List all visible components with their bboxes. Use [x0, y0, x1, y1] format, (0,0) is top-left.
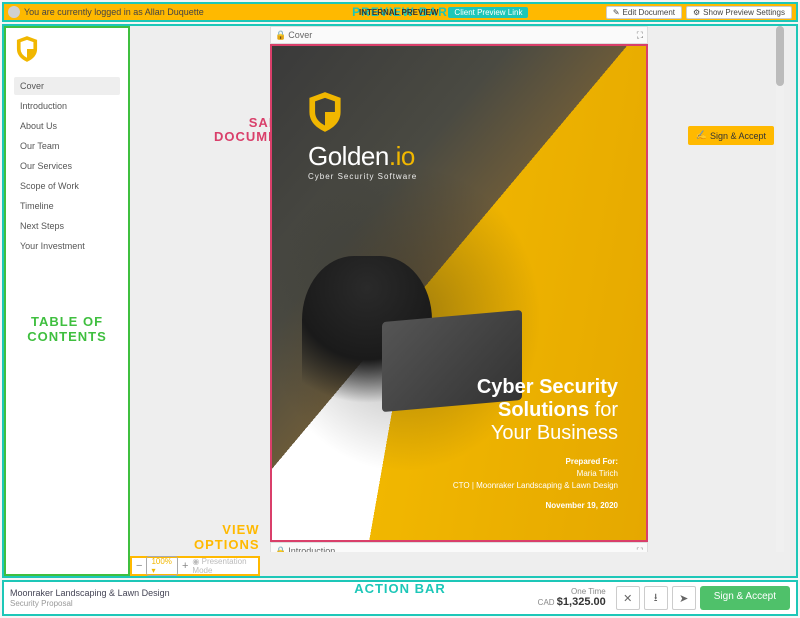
signature-icon: ✍	[696, 130, 707, 141]
client-name: Moonraker Landscaping & Lawn Design	[10, 588, 170, 599]
brand-tagline: Cyber Security Software	[308, 172, 417, 181]
lock-icon: 🔒	[275, 30, 286, 41]
toc-item-our-team[interactable]: Our Team	[14, 137, 120, 155]
cover-headline: Cyber Security Solutions for Your Busine…	[477, 376, 618, 445]
document-area: SALESDOCUMENT VIEWOPTIONS 🔒 Cover ⛶ Gold…	[130, 26, 796, 576]
toc-item-introduction[interactable]: Introduction	[14, 97, 120, 115]
sidebar-logo	[6, 28, 128, 73]
scrollbar-thumb[interactable]	[776, 26, 784, 86]
zoom-out-button[interactable]: −	[136, 560, 142, 572]
scrollbar-track[interactable]	[776, 26, 784, 552]
avatar	[8, 6, 20, 18]
toc-item-next-steps[interactable]: Next Steps	[14, 217, 120, 235]
internal-preview-label: INTERNAL PREVIEW	[359, 8, 438, 17]
preview-bar-right: ✎Edit Document ⚙Show Preview Settings	[606, 6, 792, 19]
brand-name: Golden.io	[308, 141, 417, 172]
view-options-label: VIEWOPTIONS	[194, 523, 260, 552]
sign-accept-button[interactable]: Sign & Accept	[700, 586, 790, 610]
lock-icon: 🔒	[275, 546, 286, 553]
show-preview-settings-button[interactable]: ⚙Show Preview Settings	[686, 6, 792, 19]
close-icon: ✕	[623, 592, 632, 605]
toc-item-our-services[interactable]: Our Services	[14, 157, 120, 175]
action-bar: Moonraker Landscaping & Lawn Design Secu…	[2, 580, 798, 616]
shield-icon	[16, 36, 38, 62]
section-title: Introduction	[288, 546, 335, 552]
view-options-toolbar: − 100% ▾ + ◉ Presentation Mode	[130, 556, 260, 576]
download-icon: ⭳	[654, 589, 658, 608]
presentation-mode-button[interactable]: ◉ Presentation Mode	[192, 557, 254, 575]
toc-item-timeline[interactable]: Timeline	[14, 197, 120, 215]
toc-item-your-investment[interactable]: Your Investment	[14, 237, 120, 255]
toc-item-cover[interactable]: Cover	[14, 77, 120, 95]
section-title: Cover	[288, 30, 312, 40]
toc-section-label: TABLE OF CONTENTS	[6, 315, 128, 344]
cover-page: Golden.io Cyber Security Software Cyber …	[270, 44, 648, 542]
cover-brand: Golden.io Cyber Security Software	[308, 92, 417, 181]
shield-icon	[308, 92, 342, 132]
expand-icon[interactable]: ⛶	[637, 30, 643, 41]
section-header-introduction: 🔒 Introduction ⛶	[270, 542, 648, 552]
download-button[interactable]: ⭳	[644, 586, 668, 610]
logged-in-user: You are currently logged in as Allan Duq…	[8, 6, 204, 18]
toc-item-about-us[interactable]: About Us	[14, 117, 120, 135]
document-type: Security Proposal	[10, 599, 170, 609]
price-amount: $1,325.00	[557, 596, 606, 608]
client-info: Moonraker Landscaping & Lawn Design Secu…	[10, 588, 170, 608]
page-scroll-area[interactable]: 🔒 Cover ⛶ Golden.io Cyber Security Softw…	[270, 26, 784, 552]
edit-document-button[interactable]: ✎Edit Document	[606, 6, 682, 19]
price-label: One Time	[538, 587, 606, 597]
user-text: You are currently logged in as Allan Duq…	[24, 7, 204, 17]
price-block: One Time CAD $1,325.00	[538, 587, 606, 610]
main-area: Cover Introduction About Us Our Team Our…	[2, 24, 798, 578]
pencil-icon: ✎	[613, 8, 620, 17]
send-button[interactable]: ➤	[672, 586, 696, 610]
table-of-contents: Cover Introduction About Us Our Team Our…	[6, 73, 128, 261]
close-button[interactable]: ✕	[616, 586, 640, 610]
action-bar-label: ACTION BAR	[354, 581, 446, 596]
action-buttons: ✕ ⭳ ➤ Sign & Accept	[616, 586, 790, 610]
zoom-in-button[interactable]: +	[182, 560, 188, 572]
preview-bar-center: INTERNAL PREVIEW Client Preview Link	[359, 7, 528, 18]
gear-icon: ⚙	[693, 8, 700, 17]
zoom-level[interactable]: 100% ▾	[146, 556, 178, 576]
cover-meta: Prepared For: Maria Tirich CTO | Moonrak…	[453, 456, 618, 512]
toc-item-scope-of-work[interactable]: Scope of Work	[14, 177, 120, 195]
client-preview-link-button[interactable]: Client Preview Link	[448, 7, 528, 18]
sign-accept-float-button[interactable]: ✍ Sign & Accept	[688, 126, 774, 145]
section-header-cover: 🔒 Cover ⛶	[270, 26, 648, 44]
expand-icon[interactable]: ⛶	[637, 546, 643, 553]
sidebar: Cover Introduction About Us Our Team Our…	[4, 26, 130, 576]
send-icon: ➤	[679, 592, 688, 605]
preview-bar: You are currently logged in as Allan Duq…	[2, 2, 798, 22]
